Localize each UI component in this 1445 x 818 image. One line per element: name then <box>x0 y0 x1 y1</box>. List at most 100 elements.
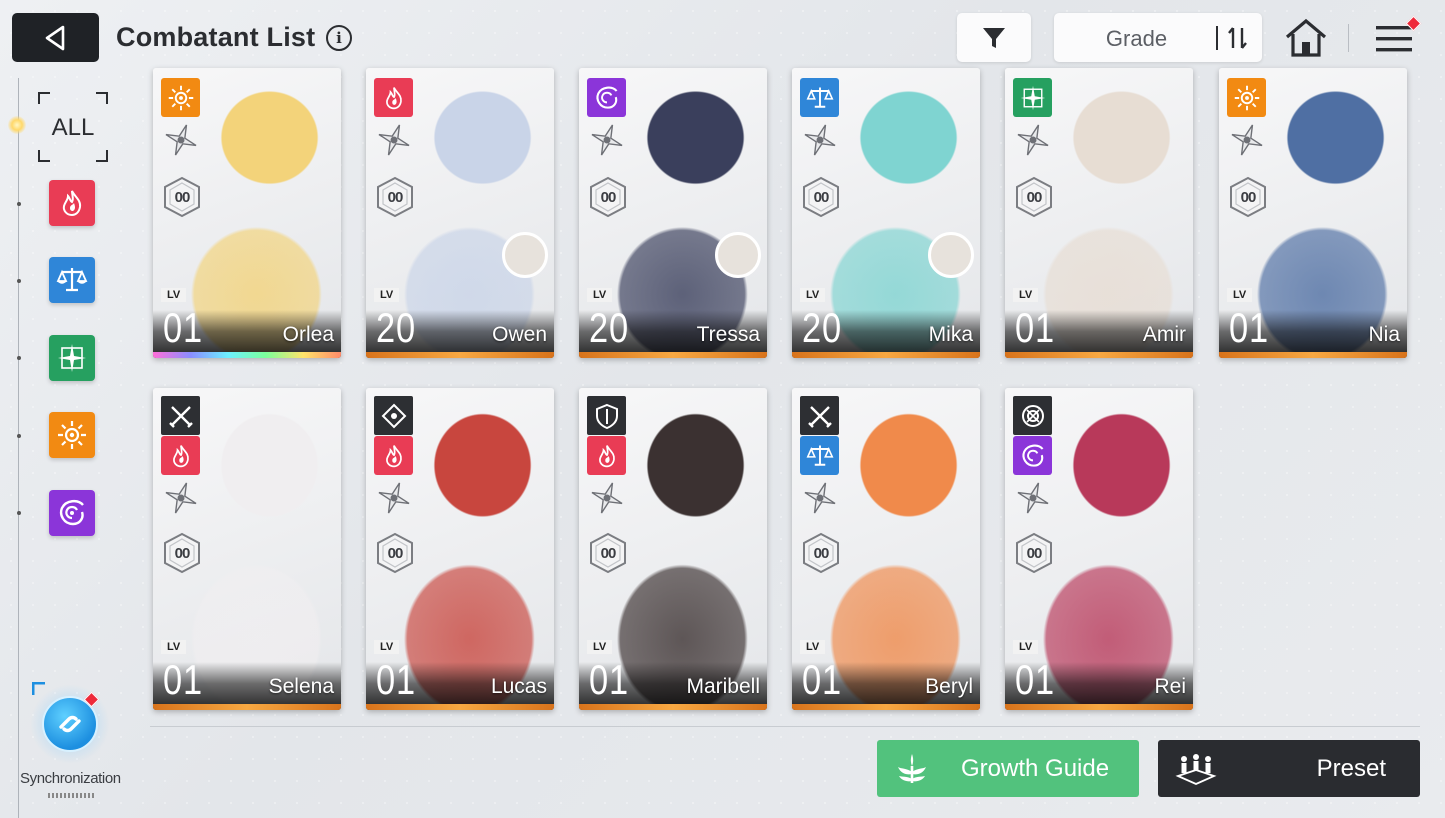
class-star-cross-icon <box>1013 78 1052 117</box>
level-value: 01 <box>163 304 203 351</box>
combatant-card[interactable]: 00 LV 20 Mika <box>792 68 980 358</box>
combatant-card[interactable]: 00 LV 20 Owen <box>366 68 554 358</box>
grade-hex-badge: 00 <box>1227 176 1269 218</box>
corner-bracket <box>96 92 108 104</box>
combatant-card[interactable]: 00 LV 01 Maribell <box>579 388 767 710</box>
role-crossed-blades-icon <box>161 396 200 435</box>
card-rarity-stripe <box>579 352 767 358</box>
companion-avatar <box>502 232 548 278</box>
growth-guide-button[interactable]: Growth Guide <box>877 740 1139 797</box>
level-value: 20 <box>802 304 842 351</box>
left-rail-line <box>18 78 19 818</box>
grade-value: 00 <box>813 544 830 562</box>
home-icon <box>1285 18 1327 57</box>
preset-label: Preset <box>1316 755 1386 782</box>
card-rarity-stripe <box>366 704 554 710</box>
grade-value: 00 <box>1026 544 1043 562</box>
class-sun-icon <box>161 78 200 117</box>
footer-divider <box>150 726 1420 727</box>
card-rarity-stripe <box>1005 704 1193 710</box>
class-balance-icon <box>800 436 839 475</box>
class-flame-icon <box>374 78 413 117</box>
combatant-name: Amir <box>1142 323 1186 346</box>
combatant-card[interactable]: 00 LV 01 Amir <box>1005 68 1193 358</box>
grade-hex-badge: 00 <box>1013 176 1055 218</box>
rail-tick <box>17 279 21 283</box>
card-rarity-stripe <box>153 704 341 710</box>
rank-shuriken-icon <box>802 122 838 158</box>
team-preset-icon <box>1175 754 1217 785</box>
sort-order-icon[interactable] <box>1226 24 1250 52</box>
sort-divider <box>1216 26 1218 50</box>
home-button[interactable] <box>1284 18 1328 63</box>
combatant-name: Lucas <box>490 675 547 698</box>
card-rarity-stripe <box>792 704 980 710</box>
filter-flame[interactable] <box>49 180 95 226</box>
filter-vortex[interactable] <box>49 490 95 536</box>
class-flame-icon <box>587 436 626 475</box>
filter-button[interactable] <box>957 13 1031 62</box>
role-target-icon <box>1013 396 1052 435</box>
class-flame-icon <box>374 436 413 475</box>
sprout-icon <box>898 754 926 783</box>
grade-value: 00 <box>174 188 191 206</box>
rail-tick <box>17 356 21 360</box>
rank-shuriken-icon <box>589 480 625 516</box>
rank-shuriken-icon <box>1229 122 1265 158</box>
rail-tick <box>17 434 21 438</box>
card-rarity-stripe <box>579 704 767 710</box>
role-shield-icon <box>587 396 626 435</box>
combatant-card[interactable]: 00 LV 01 Nia <box>1219 68 1407 358</box>
combatant-name: Orlea <box>282 323 334 346</box>
companion-avatar <box>928 232 974 278</box>
combatant-name: Maribell <box>686 675 760 698</box>
combatant-card[interactable]: 00 LV 01 Rei <box>1005 388 1193 710</box>
role-crosshair-icon <box>374 396 413 435</box>
card-rarity-stripe <box>1219 352 1407 358</box>
sort-dropdown[interactable]: Grade <box>1054 13 1262 62</box>
combatant-card[interactable]: 00 LV 01 Orlea <box>153 68 341 358</box>
filter-sun[interactable] <box>49 412 95 458</box>
combatant-card[interactable]: 00 LV 01 Lucas <box>366 388 554 710</box>
filter-all[interactable]: ALL <box>38 92 108 162</box>
grade-hex-badge: 00 <box>800 532 842 574</box>
grade-value: 00 <box>387 544 404 562</box>
back-button[interactable] <box>12 13 99 62</box>
rank-shuriken-icon <box>376 480 412 516</box>
level-tag: LV <box>374 288 400 302</box>
rank-shuriken-icon <box>376 122 412 158</box>
star-cross-icon <box>58 344 86 372</box>
flame-icon <box>62 190 82 217</box>
grade-hex-badge: 00 <box>1013 532 1055 574</box>
combatant-card[interactable]: 00 LV 01 Selena <box>153 388 341 710</box>
filter-balance[interactable] <box>49 257 95 303</box>
level-tag: LV <box>800 640 826 654</box>
sync-corner-icon <box>32 682 45 695</box>
combatant-name: Tressa <box>696 323 760 346</box>
menu-button[interactable] <box>1374 15 1422 61</box>
level-value: 01 <box>1015 304 1055 351</box>
level-value: 01 <box>1229 304 1269 351</box>
corner-bracket <box>38 150 50 162</box>
level-value: 01 <box>376 656 416 703</box>
selected-filter-glow <box>8 116 26 134</box>
rail-tick <box>17 202 21 206</box>
rank-shuriken-icon <box>1015 122 1051 158</box>
rank-shuriken-icon <box>802 480 838 516</box>
page-title: Combatant List <box>116 22 316 52</box>
filter-star-cross[interactable] <box>49 335 95 381</box>
info-icon[interactable]: i <box>326 25 352 51</box>
companion-avatar <box>715 232 761 278</box>
grade-value: 00 <box>600 544 617 562</box>
preset-button[interactable]: Preset <box>1158 740 1420 797</box>
grade-hex-badge: 00 <box>800 176 842 218</box>
sync-link-icon <box>59 715 81 733</box>
card-rarity-stripe <box>1005 352 1193 358</box>
combatant-name: Rei <box>1154 675 1186 698</box>
rank-shuriken-icon <box>163 122 199 158</box>
grade-value: 00 <box>387 188 404 206</box>
combatant-card[interactable]: 00 LV 01 Beryl <box>792 388 980 710</box>
combatant-card[interactable]: 00 LV 20 Tressa <box>579 68 767 358</box>
level-value: 20 <box>589 304 629 351</box>
rank-shuriken-icon <box>589 122 625 158</box>
